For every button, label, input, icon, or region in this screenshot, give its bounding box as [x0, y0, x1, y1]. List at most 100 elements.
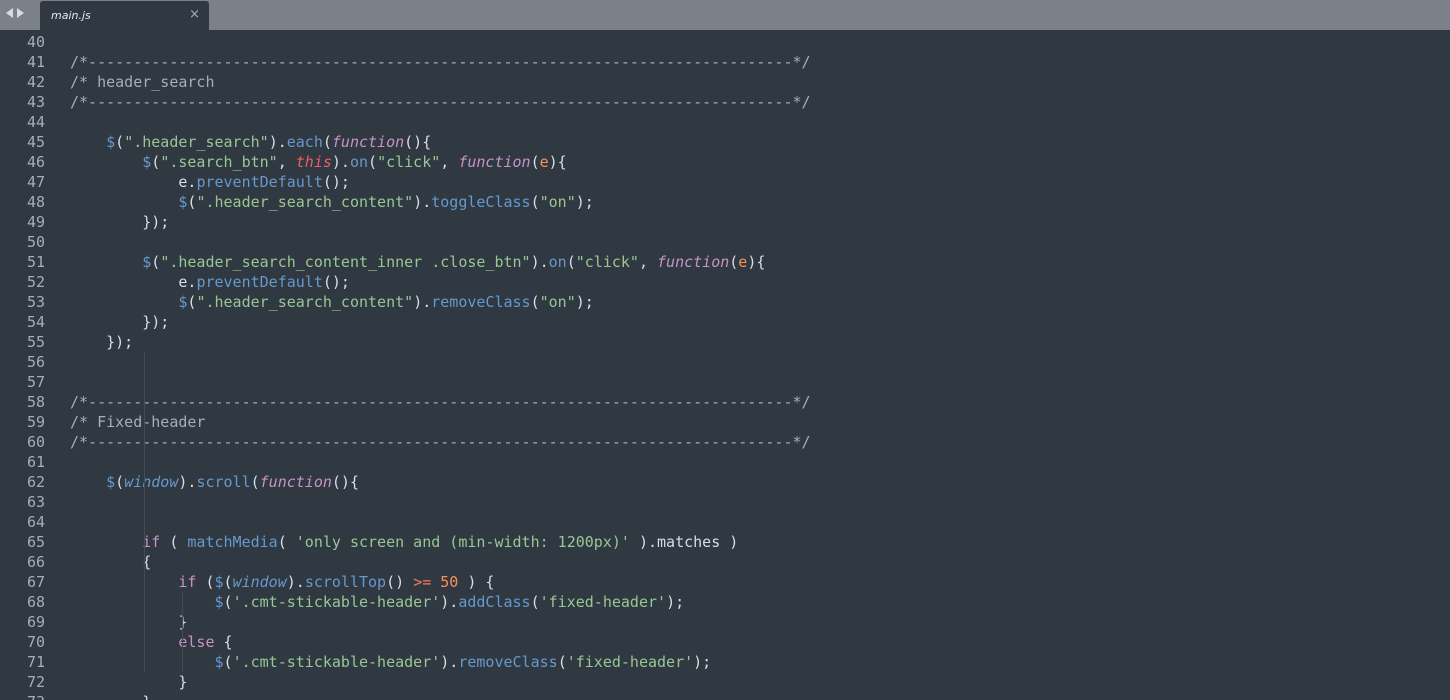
code-token: ();: [322, 173, 350, 191]
line-number: 54: [26, 313, 45, 331]
code-token: "click": [575, 253, 639, 271]
code-token: (: [566, 253, 576, 271]
code-line[interactable]: 47 e.preventDefault();: [0, 172, 1450, 192]
code-token: ).: [286, 573, 305, 591]
code-line[interactable]: 67 if ($(window).scrollTop() >= 50 ) {: [0, 572, 1450, 592]
code-line[interactable]: 61: [0, 452, 1450, 472]
tab-navigation: [6, 8, 24, 18]
nav-back-icon[interactable]: [6, 8, 13, 18]
code-line[interactable]: 43 /*------------------------------------…: [0, 92, 1450, 112]
code-token: });: [70, 213, 170, 231]
indent-guide: [182, 592, 183, 672]
code-line[interactable]: 53 $(".header_search_content").removeCla…: [0, 292, 1450, 312]
code-token: /*--------------------------------------…: [70, 433, 811, 451]
code-token: removeClass: [458, 653, 558, 671]
line-number: 44: [26, 113, 45, 131]
line-number: 68: [26, 593, 45, 611]
code-token: ) {: [458, 573, 495, 591]
code-text: $(".header_search").each(function(){: [70, 132, 431, 152]
line-number: 65: [26, 533, 45, 551]
code-line[interactable]: 62 $(window).scroll(function(){: [0, 472, 1450, 492]
code-line[interactable]: 69 }: [0, 612, 1450, 632]
code-line[interactable]: 49 });: [0, 212, 1450, 232]
code-line[interactable]: 58 /*------------------------------------…: [0, 392, 1450, 412]
code-line[interactable]: 70 else {: [0, 632, 1450, 652]
line-number: 70: [26, 633, 45, 651]
line-number: 63: [26, 493, 45, 511]
code-token: toggleClass: [431, 193, 531, 211]
line-number: 60: [26, 433, 45, 451]
code-text: /* header_search: [70, 72, 215, 92]
code-token: scrollTop: [304, 573, 387, 591]
code-text: $(".search_btn", this).on("click", funct…: [70, 152, 566, 172]
code-line[interactable]: 46 $(".search_btn", this).on("click", fu…: [0, 152, 1450, 172]
code-line[interactable]: 56: [0, 352, 1450, 372]
code-line[interactable]: 66 {: [0, 552, 1450, 572]
code-line[interactable]: 57: [0, 372, 1450, 392]
code-line[interactable]: 60 /*------------------------------------…: [0, 432, 1450, 452]
code-text: /*--------------------------------------…: [70, 432, 811, 452]
code-line[interactable]: 63: [0, 492, 1450, 512]
code-text: else {: [70, 632, 232, 652]
code-token: }: [70, 693, 151, 700]
code-line[interactable]: 54 });: [0, 312, 1450, 332]
tab-main-js[interactable]: main.js ×: [40, 1, 209, 30]
code-line[interactable]: 71 $('.cmt-stickable-header').removeClas…: [0, 652, 1450, 672]
code-token: );: [693, 653, 712, 671]
code-token: (: [250, 473, 260, 491]
code-editor[interactable]: 40 41 /*----------------------------------…: [0, 30, 1450, 700]
code-line[interactable]: 55 });: [0, 332, 1450, 352]
code-token: 50: [440, 573, 459, 591]
code-token: );: [666, 593, 685, 611]
code-token: ".search_btn": [160, 153, 278, 171]
line-number: 71: [26, 653, 45, 671]
code-text: e.preventDefault();: [70, 272, 350, 292]
line-number: 41: [26, 53, 45, 71]
nav-forward-icon[interactable]: [17, 8, 24, 18]
code-token: (: [115, 473, 125, 491]
code-line[interactable]: 73 }: [0, 692, 1450, 700]
code-token: matchMedia: [187, 533, 278, 551]
line-number: 57: [26, 373, 45, 391]
code-token: $: [142, 153, 152, 171]
code-line[interactable]: 72 }: [0, 672, 1450, 692]
code-line[interactable]: 40: [0, 32, 1450, 52]
code-token: $: [214, 573, 224, 591]
code-token: $: [106, 133, 116, 151]
code-line[interactable]: 59 /* Fixed-header: [0, 412, 1450, 432]
code-token: (: [368, 153, 378, 171]
code-token: ).: [440, 593, 459, 611]
line-number: 55: [26, 333, 45, 351]
code-token: ).: [530, 253, 549, 271]
code-text: $(".header_search_content_inner .close_b…: [70, 252, 765, 272]
code-token: ".header_search_content": [196, 193, 414, 211]
code-line[interactable]: 64: [0, 512, 1450, 532]
code-line[interactable]: 44: [0, 112, 1450, 132]
code-line[interactable]: 41 /*------------------------------------…: [0, 52, 1450, 72]
code-token: on: [548, 253, 567, 271]
code-line[interactable]: 48 $(".header_search_content").toggleCla…: [0, 192, 1450, 212]
code-token: );: [575, 293, 594, 311]
indent-guide: [144, 352, 145, 672]
code-line[interactable]: 45 $(".header_search").each(function(){: [0, 132, 1450, 152]
close-icon[interactable]: ×: [189, 7, 200, 22]
code-line[interactable]: 42 /* header_search: [0, 72, 1450, 92]
code-line[interactable]: 51 $(".header_search_content_inner .clos…: [0, 252, 1450, 272]
code-text: }: [70, 672, 187, 692]
code-token: ).: [331, 153, 350, 171]
line-number: 72: [26, 673, 45, 691]
code-line[interactable]: 68 $('.cmt-stickable-header').addClass('…: [0, 592, 1450, 612]
code-line[interactable]: 50: [0, 232, 1450, 252]
code-token: 'only screen and (min-width: 1200px)': [295, 533, 630, 551]
code-token: function: [458, 153, 531, 171]
line-number: 66: [26, 553, 45, 571]
code-token: (: [530, 153, 540, 171]
code-line[interactable]: 52 e.preventDefault();: [0, 272, 1450, 292]
code-line[interactable]: 65 if ( matchMedia( 'only screen and (mi…: [0, 532, 1450, 552]
code-token: /*--------------------------------------…: [70, 53, 811, 71]
code-token: preventDefault: [196, 173, 323, 191]
code-token: ".header_search_content": [196, 293, 414, 311]
